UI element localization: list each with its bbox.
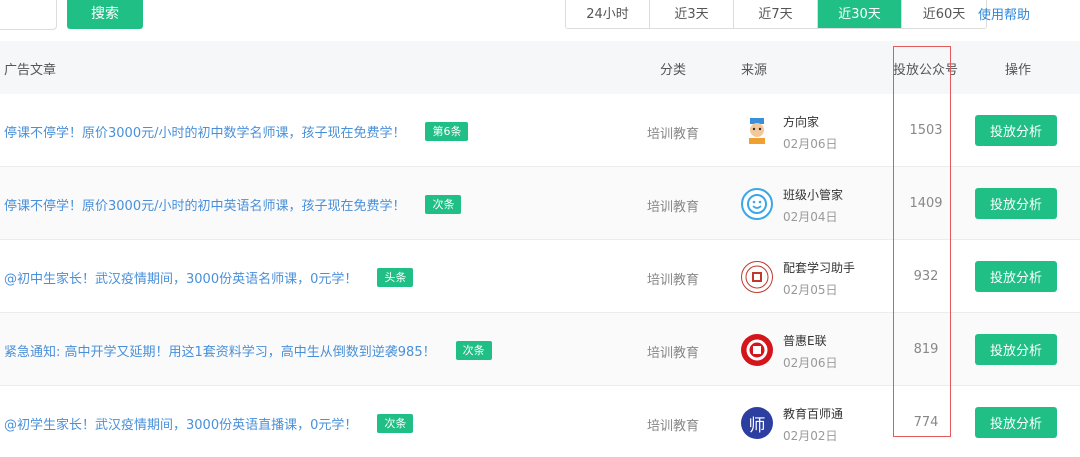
range-30d-button[interactable]: 近30天 (818, 0, 902, 28)
table-header: 广告文章 分类 来源 投放公众号 操作 (0, 41, 1080, 94)
article-title[interactable]: 紧急通知: 高中开学又延期！用这1套资料学习，高中生从倒数到逆袭985！ 次条 (4, 341, 492, 360)
smiley-icon (747, 194, 767, 214)
column-category: 分类 (660, 63, 687, 78)
emblem-icon (745, 265, 769, 289)
account-count: 1503 (909, 123, 943, 138)
source-date: 02月02日 (783, 429, 838, 443)
search-input[interactable] (0, 0, 57, 30)
article-title[interactable]: 停课不停学！原价3000元/小时的初中英语名师课，孩子现在免费学！ 次条 (4, 195, 462, 214)
ring-logo-icon (746, 339, 768, 361)
time-range-group: 24小时 近3天 近7天 近30天 近60天 (565, 0, 987, 29)
account-count: 932 (913, 269, 939, 284)
table-row: 停课不停学！原价3000元/小时的初中英语名师课，孩子现在免费学！ 次条 培训教… (0, 167, 1080, 240)
category-label: 培训教育 (647, 346, 700, 361)
analysis-button[interactable]: 投放分析 (975, 188, 1057, 219)
search-button[interactable]: 搜索 (67, 0, 143, 29)
category-label: 培训教育 (647, 127, 700, 142)
position-tag: 头条 (377, 268, 414, 287)
teacher-glyph-icon: 师 (748, 415, 766, 436)
range-3d-button[interactable]: 近3天 (650, 0, 734, 28)
article-title-text[interactable]: 紧急通知: 高中开学又延期！用这1套资料学习，高中生从倒数到逆袭985！ (4, 341, 436, 360)
cartoon-face-icon (749, 118, 765, 144)
analysis-button[interactable]: 投放分析 (975, 261, 1057, 292)
table-row: @初中生家长！武汉疫情期间，3000份英语名师课，0元学！ 头条 培训教育 配套… (0, 240, 1080, 313)
article-title[interactable]: @初中生家长！武汉疫情期间，3000份英语名师课，0元学！ 头条 (4, 268, 414, 287)
source-name[interactable]: 配套学习助手 (783, 259, 855, 276)
category-label: 培训教育 (647, 273, 700, 288)
range-24h-button[interactable]: 24小时 (566, 0, 650, 28)
category-label: 培训教育 (647, 200, 700, 215)
table-row: 紧急通知: 高中开学又延期！用这1套资料学习，高中生从倒数到逆袭985！ 次条 … (0, 313, 1080, 386)
article-title[interactable]: @初学生家长！武汉疫情期间，3000份英语直播课，0元学！ 次条 (4, 414, 414, 433)
article-title-text[interactable]: 停课不停学！原价3000元/小时的初中英语名师课，孩子现在免费学！ (4, 195, 405, 214)
range-7d-button[interactable]: 近7天 (734, 0, 818, 28)
source-date: 02月05日 (783, 283, 838, 297)
help-link[interactable]: 使用帮助 (978, 4, 1030, 23)
position-tag: 次条 (377, 414, 414, 433)
source-date: 02月04日 (783, 210, 838, 224)
position-tag: 次条 (425, 195, 462, 214)
source-name[interactable]: 教育百师通 (783, 405, 843, 422)
account-count: 774 (913, 415, 939, 430)
account-count: 1409 (909, 196, 943, 211)
source-avatar[interactable] (741, 334, 773, 366)
source-name[interactable]: 方向家 (783, 113, 819, 130)
table-row: @初学生家长！武汉疫情期间，3000份英语直播课，0元学！ 次条 培训教育 师 … (0, 386, 1080, 457)
source-avatar[interactable] (741, 261, 773, 293)
source-name[interactable]: 班级小管家 (783, 186, 843, 203)
column-action: 操作 (1005, 63, 1032, 78)
analysis-button[interactable]: 投放分析 (975, 407, 1057, 438)
source-avatar[interactable] (741, 188, 773, 220)
source-date: 02月06日 (783, 356, 838, 370)
source-date: 02月06日 (783, 137, 838, 151)
position-tag: 第6条 (425, 122, 469, 141)
analysis-button[interactable]: 投放分析 (975, 115, 1057, 146)
column-article: 广告文章 (4, 63, 57, 78)
category-label: 培训教育 (647, 419, 700, 434)
article-title[interactable]: 停课不停学！原价3000元/小时的初中数学名师课，孩子现在免费学！ 第6条 (4, 122, 469, 141)
analysis-button[interactable]: 投放分析 (975, 334, 1057, 365)
source-avatar[interactable] (741, 115, 773, 147)
column-accounts: 投放公众号 (893, 63, 959, 78)
column-source: 来源 (741, 63, 768, 78)
range-60d-button[interactable]: 近60天 (902, 0, 986, 28)
account-count: 819 (913, 342, 939, 357)
source-name[interactable]: 普惠E联 (783, 332, 827, 349)
source-avatar[interactable]: 师 (741, 407, 773, 439)
toolbar: 搜索 24小时 近3天 近7天 近30天 近60天 使用帮助 (0, 0, 1080, 40)
article-title-text[interactable]: @初学生家长！武汉疫情期间，3000份英语直播课，0元学！ (4, 414, 357, 433)
table-row: 停课不停学！原价3000元/小时的初中数学名师课，孩子现在免费学！ 第6条 培训… (0, 94, 1080, 167)
article-title-text[interactable]: @初中生家长！武汉疫情期间，3000份英语名师课，0元学！ (4, 268, 357, 287)
article-title-text[interactable]: 停课不停学！原价3000元/小时的初中数学名师课，孩子现在免费学！ (4, 122, 405, 141)
position-tag: 次条 (455, 341, 492, 360)
